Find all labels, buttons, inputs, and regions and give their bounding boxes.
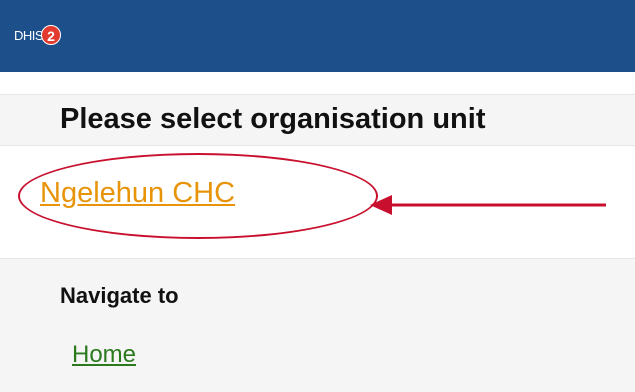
home-link[interactable]: Home [72, 341, 136, 369]
logo-text: DHIS [14, 27, 44, 43]
annotation-arrow-icon [370, 195, 606, 215]
navigate-heading: Navigate to [60, 283, 179, 308]
page-title: Please select organisation unit [60, 103, 486, 135]
orgunit-select-bar: Please select organisation unit [0, 94, 635, 146]
navigate-section: Navigate to Home [0, 258, 635, 392]
dhis2-logo[interactable]: DHIS 2 [14, 24, 62, 46]
logo-badge: 2 [41, 25, 62, 45]
app-header: DHIS 2 [0, 0, 635, 72]
page: DHIS 2 Please select organisation unit N… [0, 0, 635, 392]
annotation-highlight-ellipse [18, 153, 378, 239]
